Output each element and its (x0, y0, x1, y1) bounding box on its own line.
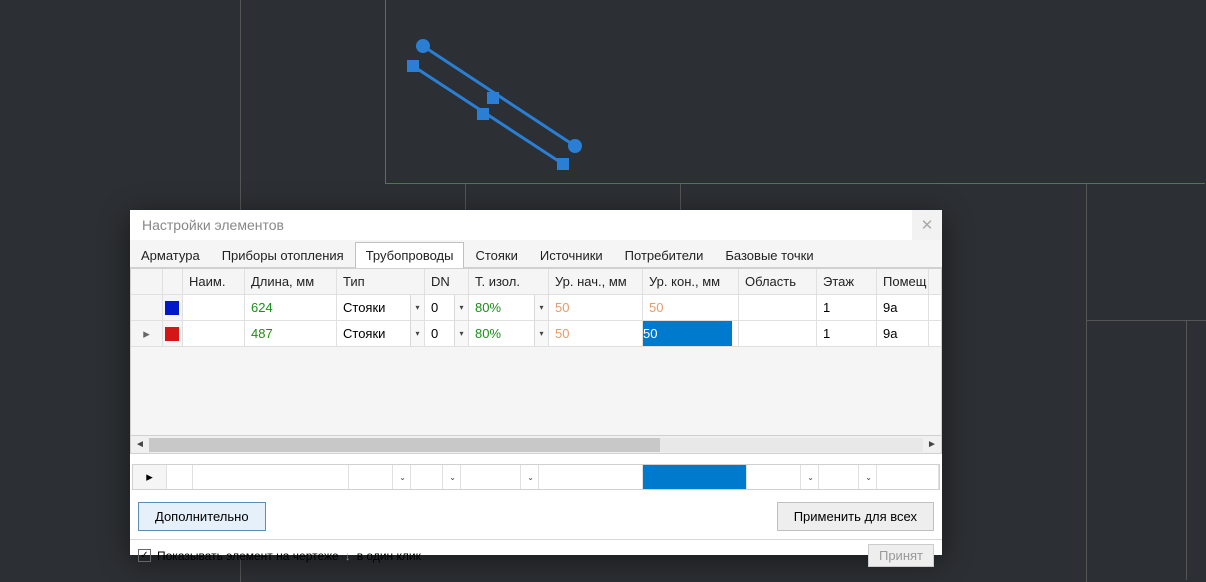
one-click-label: в один клик (357, 549, 421, 563)
show-on-drawing-checkbox[interactable]: ✓ Показывать элемент на чертеже (138, 549, 339, 563)
col-urnach[interactable]: Ур. нач., мм (549, 269, 643, 294)
dropdown-icon[interactable]: ⌄ (807, 473, 814, 482)
tab-istochniki[interactable]: Источники (529, 242, 614, 268)
dropdown-icon[interactable]: ▾ (410, 321, 424, 346)
accept-button[interactable]: Принят (868, 544, 934, 567)
col-name[interactable]: Наим. (183, 269, 245, 294)
col-tiso[interactable]: Т. изол. (469, 269, 549, 294)
dropdown-icon[interactable]: ▾ (454, 321, 468, 346)
col-color (163, 269, 183, 294)
element-settings-dialog: Настройки элементов ✕ Арматура Приборы о… (130, 210, 942, 555)
color-swatch (165, 301, 179, 315)
close-button[interactable]: ✕ (912, 210, 942, 240)
bulk-selected-cell[interactable] (643, 465, 747, 489)
tab-bazovye[interactable]: Базовые точки (714, 242, 824, 268)
row-header-blank (131, 269, 163, 294)
col-oblast[interactable]: Область (739, 269, 817, 294)
pipe-drawing (405, 30, 605, 170)
dropdown-icon[interactable]: ⌄ (399, 473, 406, 482)
scroll-right-icon[interactable]: ► (923, 436, 941, 454)
scroll-thumb[interactable] (149, 438, 660, 452)
tab-armatura[interactable]: Арматура (130, 242, 211, 268)
dropdown-icon[interactable]: ⌄ (865, 473, 872, 482)
horizontal-scrollbar[interactable]: ◄ ► (131, 435, 941, 453)
apply-all-button[interactable]: Применить для всех (777, 502, 934, 531)
dropdown-icon[interactable]: ▾ (410, 295, 424, 320)
col-length[interactable]: Длина, мм (245, 269, 337, 294)
dropdown-icon[interactable]: ▾ (534, 321, 548, 346)
col-type[interactable]: Тип (337, 269, 425, 294)
color-swatch (165, 327, 179, 341)
dropdown-icon[interactable]: ▾ (454, 295, 468, 320)
col-urkon[interactable]: Ур. кон., мм (643, 269, 739, 294)
dropdown-icon[interactable]: ⌄ (449, 473, 456, 482)
col-pomesh[interactable]: Помещ (877, 269, 929, 294)
tab-bar: Арматура Приборы отопления Трубопроводы … (130, 240, 942, 268)
dropdown-icon[interactable]: ⌄ (527, 473, 534, 482)
grid-empty-area (131, 347, 941, 435)
dialog-title: Настройки элементов (142, 217, 284, 233)
tab-pribory[interactable]: Приборы отопления (211, 242, 355, 268)
separator-icon: ↓ (345, 549, 351, 563)
scroll-left-icon[interactable]: ◄ (131, 436, 149, 454)
tab-truboprovody[interactable]: Трубопроводы (355, 242, 465, 268)
col-etazh[interactable]: Этаж (817, 269, 877, 294)
bulk-edit-row[interactable]: ▸ ⌄ ⌄ ⌄ ⌄ ⌄ (132, 464, 940, 490)
elements-grid[interactable]: Наим. Длина, мм Тип DN Т. изол. Ур. нач.… (131, 269, 941, 453)
table-row[interactable]: ▸ 487 Стояки▾ 0▾ 80%▾ 50 50 1 9a (131, 321, 941, 347)
dropdown-icon[interactable]: ▾ (534, 295, 548, 320)
tab-potrebiteli[interactable]: Потребители (614, 242, 715, 268)
tab-stoyaki[interactable]: Стояки (464, 242, 528, 268)
table-row[interactable]: 624 Стояки▾ 0▾ 80%▾ 50 50 1 9a (131, 295, 941, 321)
additional-button[interactable]: Дополнительно (138, 502, 266, 531)
col-dn[interactable]: DN (425, 269, 469, 294)
